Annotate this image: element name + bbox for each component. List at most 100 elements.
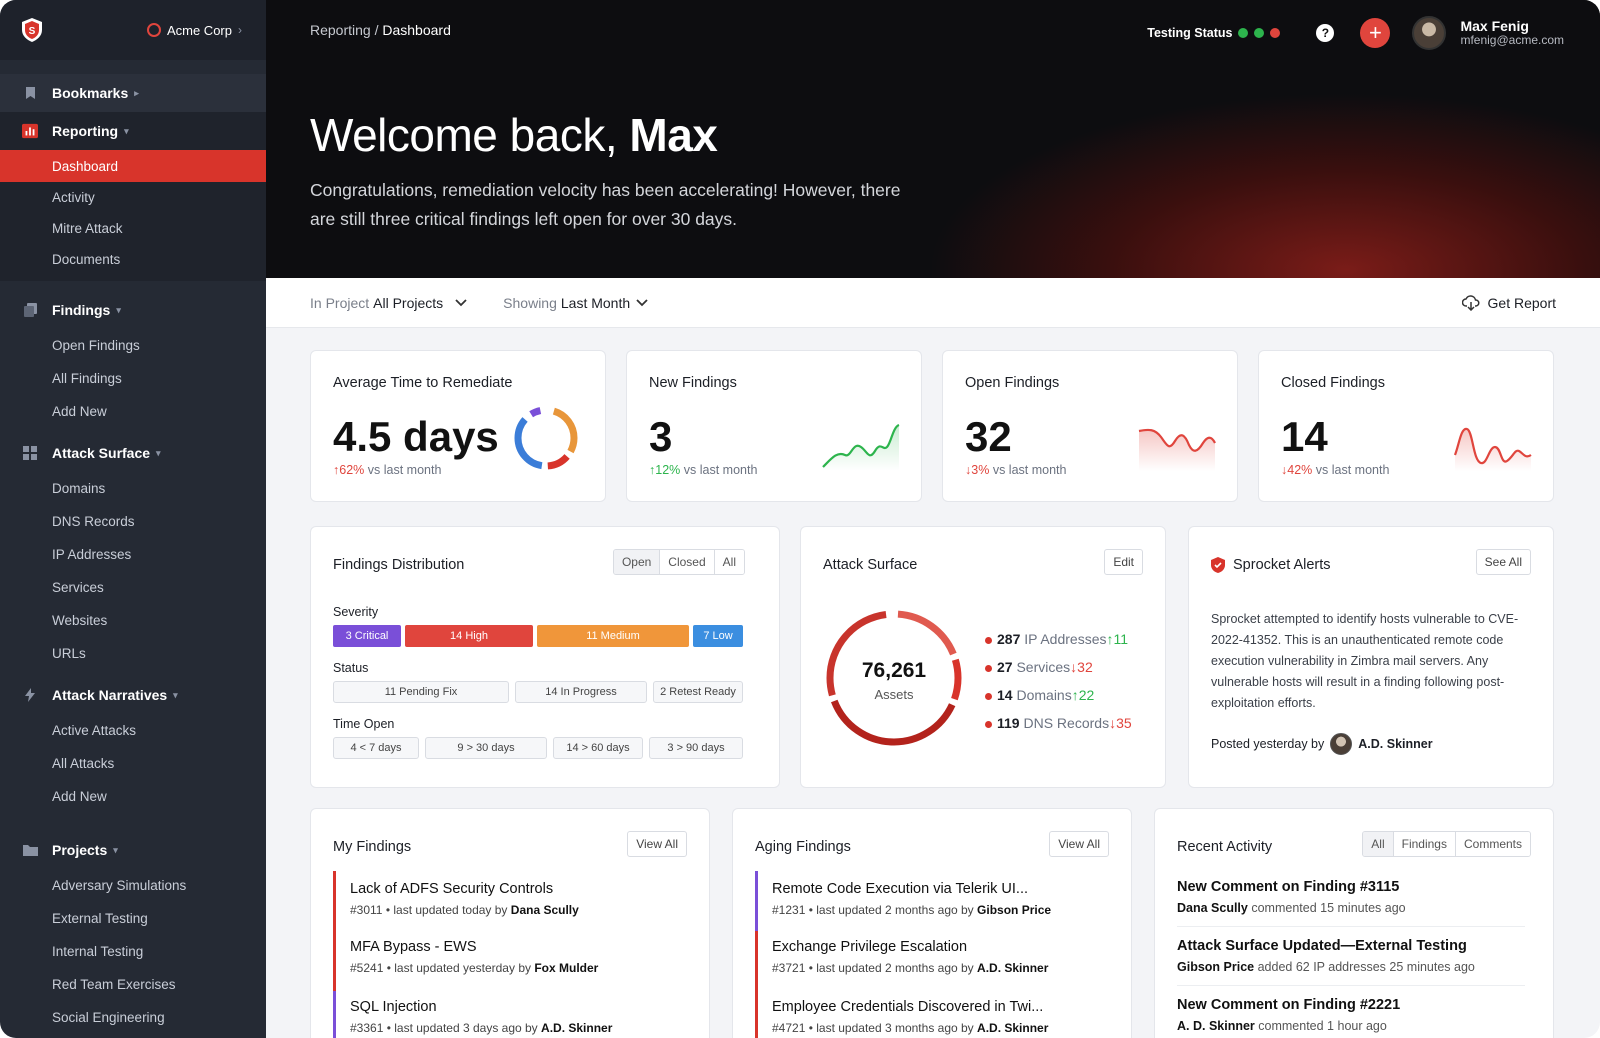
sidebar-item-activity[interactable]: Activity	[0, 182, 266, 213]
tab-all[interactable]: All	[1363, 832, 1394, 856]
sidebar-item-services[interactable]: Services	[0, 571, 266, 604]
tab-comments[interactable]: Comments	[1455, 832, 1530, 856]
testing-status[interactable]: Testing Status	[1147, 26, 1281, 40]
sidebar-item-domains[interactable]: Domains	[0, 472, 266, 505]
org-name: Acme Corp	[166, 22, 232, 38]
caret-down-icon: ▾	[113, 844, 118, 855]
activity-item[interactable]: Attack Surface Updated—External Testing …	[1177, 936, 1525, 986]
posted-prefix: Posted yesterday by	[1211, 737, 1325, 751]
severity-low-bar[interactable]: 7 Low	[693, 625, 743, 647]
sidebar-item-red-team-exercises[interactable]: Red Team Exercises	[0, 968, 266, 1001]
time-open-chip[interactable]: 9 > 30 days	[425, 737, 547, 759]
status-pending-fix-chip[interactable]: 11 Pending Fix	[333, 681, 509, 703]
tab-open[interactable]: Open	[613, 550, 661, 574]
findings-group: Findings ▾ Open Findings All Findings Ad…	[0, 281, 266, 434]
stat-delta: ↓3% vs last month	[965, 463, 1066, 477]
tab-all[interactable]: All	[714, 550, 744, 574]
get-report-button[interactable]: Get Report	[1461, 295, 1556, 311]
stat-delta-text: vs last month	[1315, 463, 1390, 477]
sidebar-section-attack-surface[interactable]: Attack Surface ▾	[0, 434, 266, 472]
sprocket-logo-icon[interactable]: S	[18, 16, 46, 44]
sidebar-item-websites[interactable]: Websites	[0, 604, 266, 637]
tab-findings[interactable]: Findings	[1393, 832, 1456, 856]
asset-row-ip-addresses[interactable]: 287 IP Addresses↑11	[985, 625, 1132, 653]
sidebar-item-dns-records[interactable]: DNS Records	[0, 505, 266, 538]
showing-filter-value[interactable]: Last Month	[561, 295, 630, 311]
sidebar-section-findings[interactable]: Findings ▾	[0, 291, 266, 329]
asset-count: 27	[997, 659, 1013, 675]
avatar[interactable]	[1412, 16, 1447, 50]
asset-name: Domains	[1016, 687, 1072, 703]
time-open-chip[interactable]: 14 > 60 days	[553, 737, 643, 759]
view-all-button[interactable]: View All	[1049, 831, 1109, 857]
tab-closed[interactable]: Closed	[660, 550, 715, 574]
avatar[interactable]	[1330, 733, 1353, 755]
sidebar-section-reporting[interactable]: Reporting ▾	[0, 112, 266, 150]
sidebar-item-open-findings[interactable]: Open Findings	[0, 329, 266, 362]
severity-high-bar[interactable]: 14 High	[405, 625, 533, 647]
sidebar-item-add-new-finding[interactable]: Add New	[0, 395, 266, 428]
sidebar-item-internal-testing[interactable]: Internal Testing	[0, 935, 266, 968]
sidebar-item-active-attacks[interactable]: Active Attacks	[0, 714, 266, 747]
sidebar-item-add-new-attack[interactable]: Add New	[0, 780, 266, 813]
user-info[interactable]: Max Fenig mfenig@acme.com	[1460, 19, 1564, 47]
sidebar-item-adversary-simulations[interactable]: Adversary Simulations	[0, 869, 266, 902]
list-item[interactable]: SQL Injection #3361 • last updated 3 day…	[333, 991, 612, 1038]
sidebar-item-documents[interactable]: Documents	[0, 244, 266, 275]
sidebar-item-ip-addresses[interactable]: IP Addresses	[0, 538, 266, 571]
sidebar-section-projects[interactable]: Projects ▾	[0, 831, 266, 869]
activity-title: Attack Surface Updated—External Testing	[1177, 938, 1467, 954]
status-in-progress-chip[interactable]: 14 In Progress	[515, 681, 647, 703]
activity-item[interactable]: New Comment on Finding #3115 Dana Scully…	[1177, 877, 1525, 927]
sidebar-item-all-findings[interactable]: All Findings	[0, 362, 266, 395]
sidebar-item-social-engineering[interactable]: Social Engineering	[0, 1001, 266, 1034]
finding-title: Lack of ADFS Security Controls	[350, 881, 554, 897]
sidebar-item-all-attacks[interactable]: All Attacks	[0, 747, 266, 780]
folder-icon	[22, 842, 38, 858]
severity-label: Severity	[333, 605, 379, 619]
status-dot	[1270, 28, 1281, 38]
sidebar-item-external-testing[interactable]: External Testing	[0, 902, 266, 935]
list-item[interactable]: Lack of ADFS Security Controls #3011 • l…	[333, 871, 579, 931]
posted-author[interactable]: A.D. Skinner	[1358, 737, 1432, 751]
activity-filter-tabs: All Findings Comments	[1362, 831, 1531, 857]
stat-delta: ↑62% vs last month	[333, 463, 441, 477]
project-filter-label: In Project	[310, 294, 370, 311]
see-all-button[interactable]: See All	[1475, 549, 1531, 575]
edit-button[interactable]: Edit	[1104, 549, 1143, 575]
finding-title: Employee Credentials Discovered in Twi..…	[772, 999, 1044, 1015]
list-item[interactable]: Exchange Privilege Escalation #3721 • la…	[755, 931, 1048, 991]
project-filter-value[interactable]: All Projects	[373, 295, 443, 311]
caret-down-icon: ▾	[156, 447, 161, 458]
attack-narratives-group: Attack Narratives ▾ Active Attacks All A…	[0, 676, 266, 819]
severity-critical-bar[interactable]: 3 Critical	[333, 625, 401, 647]
chevron-down-icon[interactable]	[455, 296, 467, 310]
findings-distribution-card: Findings Distribution Open Closed All Se…	[310, 526, 780, 788]
asset-row-services[interactable]: 27 Services↓32	[985, 653, 1132, 681]
asset-row-domains[interactable]: 14 Domains↑22	[985, 681, 1132, 709]
chevron-down-icon[interactable]	[636, 296, 648, 310]
sidebar-item-dashboard[interactable]: Dashboard	[0, 150, 266, 182]
time-open-chip[interactable]: 3 > 90 days	[649, 737, 743, 759]
activity-item[interactable]: New Comment on Finding #2221 A. D. Skinn…	[1177, 995, 1525, 1038]
list-item[interactable]: MFA Bypass - EWS #5241 • last updated ye…	[333, 931, 598, 991]
time-open-chip[interactable]: 4 < 7 days	[333, 737, 419, 759]
sidebar-section-attack-narratives[interactable]: Attack Narratives ▾	[0, 676, 266, 714]
breadcrumb-parent[interactable]: Reporting	[310, 22, 371, 38]
help-icon[interactable]: ?	[1316, 24, 1335, 42]
org-switcher[interactable]: Acme Corp ›	[146, 22, 242, 38]
welcome-prefix: Welcome back,	[310, 109, 630, 161]
stat-value: 4.5 days	[333, 413, 499, 460]
list-item[interactable]: Remote Code Execution via Telerik UI... …	[755, 871, 1051, 931]
sidebar-section-bookmarks[interactable]: Bookmarks ▸	[0, 74, 266, 112]
sidebar-item-urls[interactable]: URLs	[0, 637, 266, 670]
asset-row-dns-records[interactable]: 119 DNS Records↓35	[985, 709, 1132, 737]
legend-dot	[985, 692, 992, 700]
view-all-button[interactable]: View All	[627, 831, 687, 857]
list-item[interactable]: Employee Credentials Discovered in Twi..…	[755, 991, 1048, 1038]
severity-medium-bar[interactable]: 11 Medium	[537, 625, 689, 647]
projects-group: Projects ▾ Adversary Simulations Externa…	[0, 819, 266, 1038]
status-retest-ready-chip[interactable]: 2 Retest Ready	[653, 681, 743, 703]
add-button[interactable]: +	[1360, 18, 1391, 48]
sidebar-item-mitre-attack[interactable]: Mitre Attack	[0, 213, 266, 244]
